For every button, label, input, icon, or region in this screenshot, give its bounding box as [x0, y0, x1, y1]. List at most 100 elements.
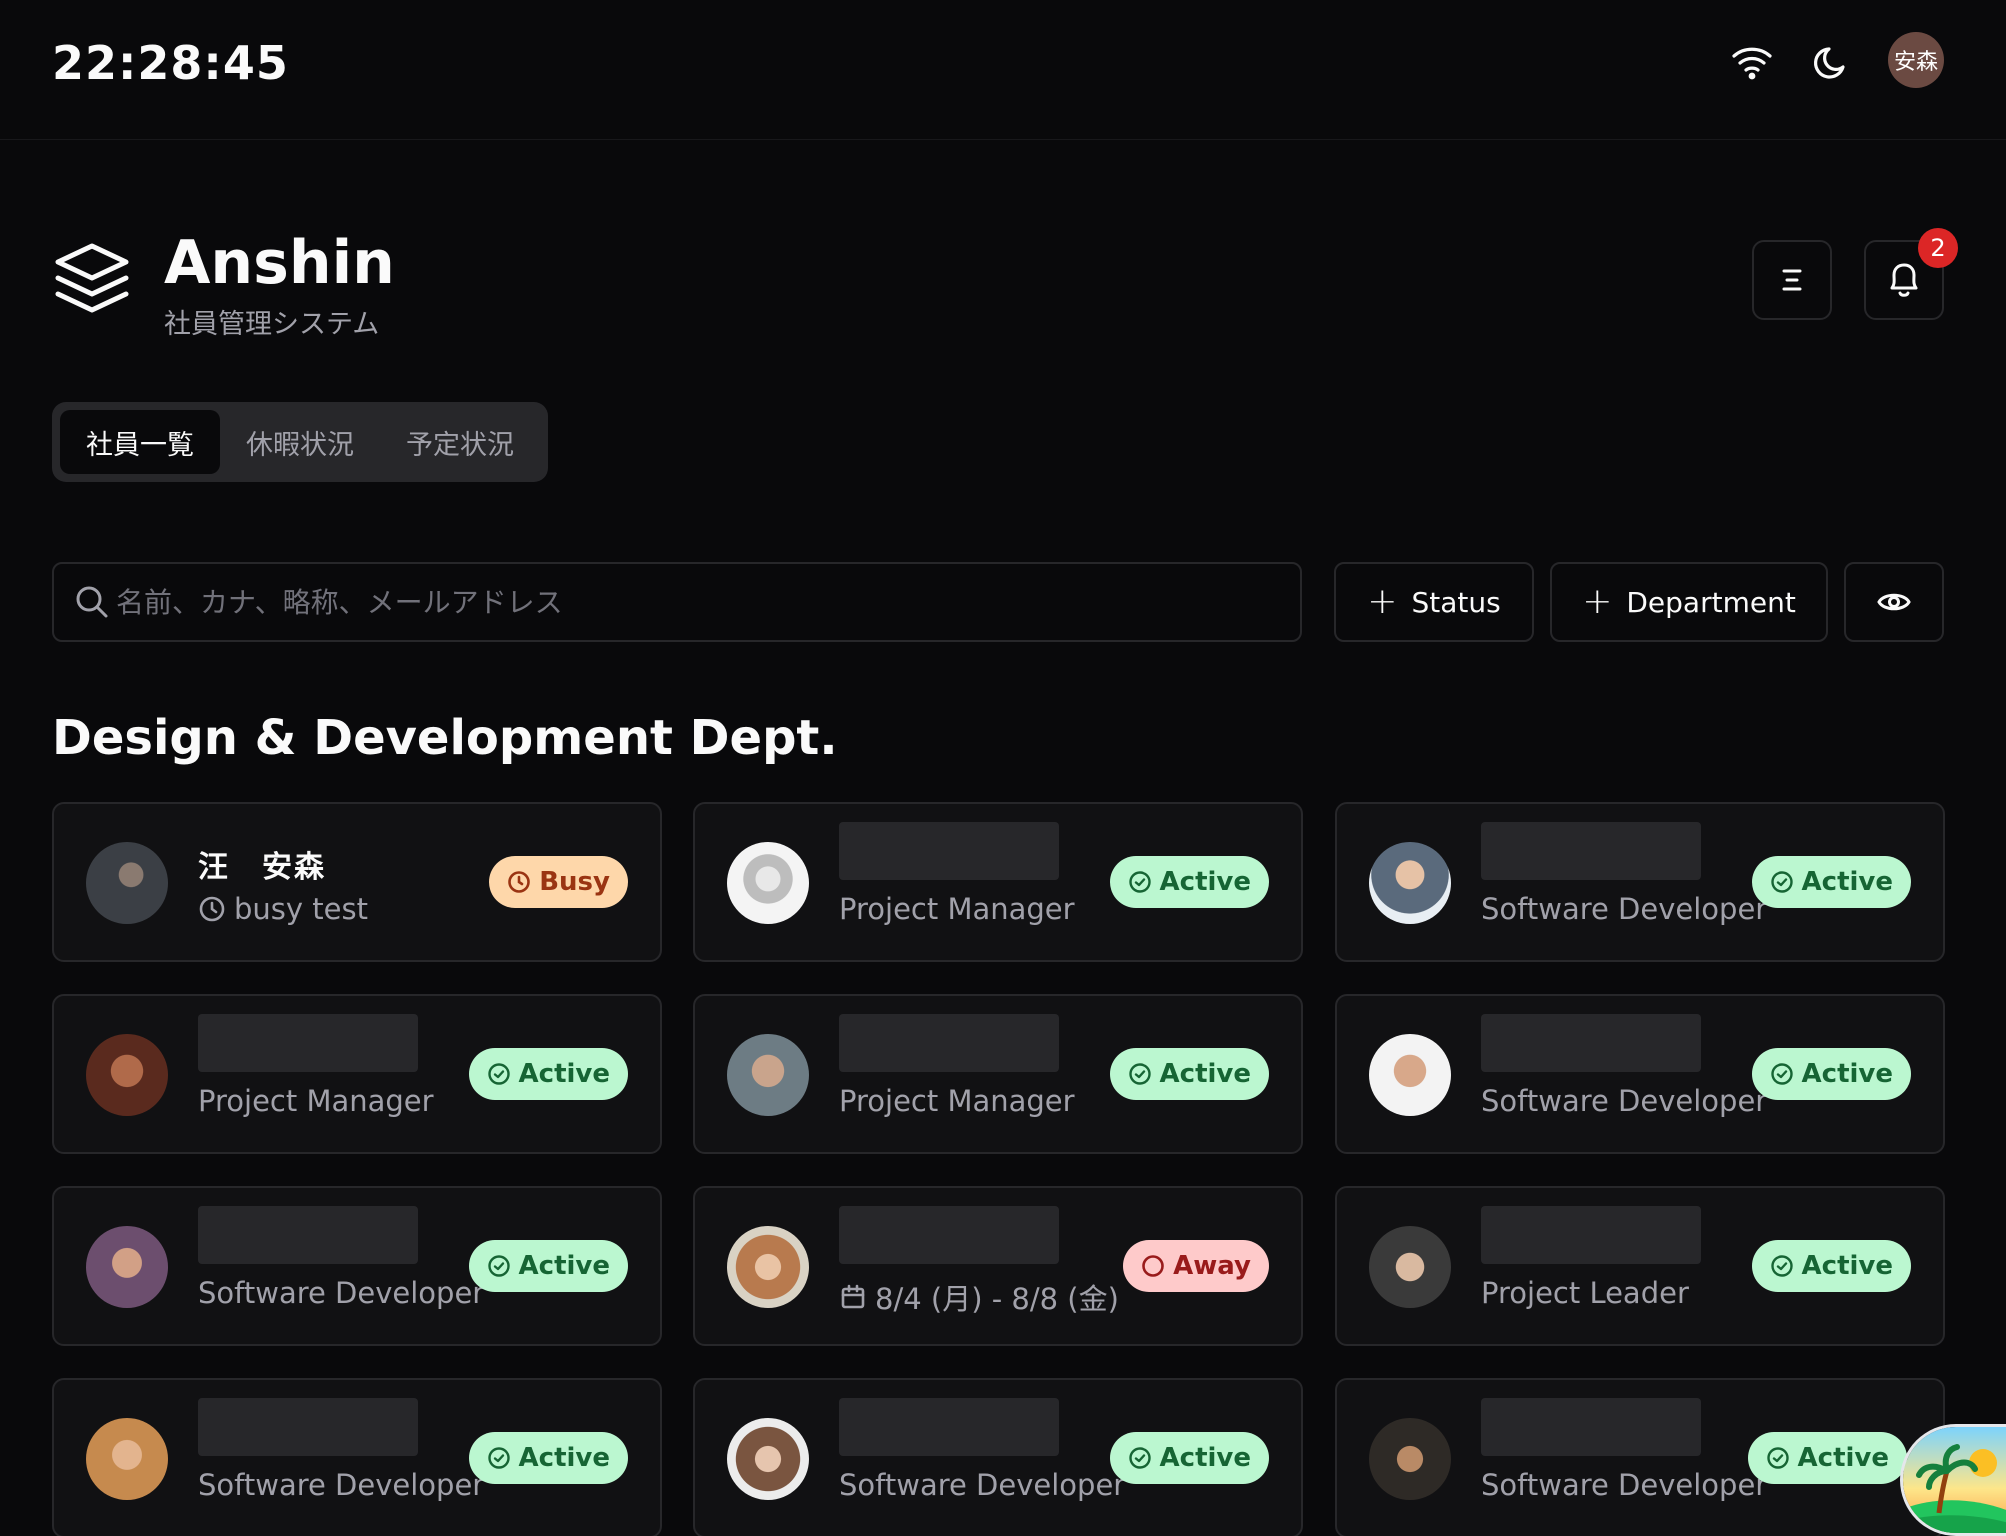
- status-bar: 22:28:45 安森: [0, 0, 2006, 140]
- tab-employee-list[interactable]: 社員一覧: [60, 410, 220, 474]
- menu-lines-icon: [1782, 269, 1802, 291]
- wifi-icon[interactable]: [1728, 38, 1776, 86]
- status-text: Active: [1159, 1059, 1251, 1089]
- status-badge: Active: [1109, 856, 1269, 908]
- avatar: [1369, 1226, 1451, 1308]
- menu-button[interactable]: [1752, 240, 1832, 320]
- name-placeholder: [198, 1014, 418, 1072]
- employee-card[interactable]: 8/4 (月) - 8/8 (金) Away: [693, 1186, 1303, 1346]
- status-badge: Busy: [489, 856, 628, 908]
- name-placeholder: [198, 1398, 418, 1456]
- employee-card[interactable]: Software Developer Active: [1335, 802, 1945, 962]
- app-subtitle: 社員管理システム: [164, 309, 380, 340]
- status-text: Active: [1801, 1059, 1893, 1089]
- status-filter-label: Status: [1411, 585, 1501, 619]
- search-icon: [76, 586, 108, 618]
- check-circle-icon: [487, 1063, 510, 1085]
- employee-card[interactable]: Project Leader Active: [1335, 1186, 1945, 1346]
- employee-card[interactable]: Software Developer Active: [693, 1378, 1303, 1536]
- status-text: Active: [518, 1443, 610, 1473]
- status-badge: Active: [468, 1048, 628, 1100]
- name-placeholder: [839, 1398, 1059, 1456]
- status-badge: Away: [1123, 1240, 1269, 1292]
- department-filter-button[interactable]: + Department: [1550, 562, 1828, 642]
- tab-bar: 社員一覧 休暇状況 予定状況: [52, 402, 548, 482]
- employee-card[interactable]: Software Developer Active: [1335, 1378, 1945, 1536]
- user-avatar[interactable]: 安森: [1888, 32, 1944, 88]
- app-title: Anshin: [164, 228, 395, 298]
- clock-icon: [508, 871, 531, 893]
- avatar: [727, 1226, 809, 1308]
- check-circle-icon: [1128, 871, 1151, 893]
- employee-card[interactable]: Project Manager Active: [52, 994, 662, 1154]
- plus-icon: +: [1582, 581, 1613, 622]
- status-text: Active: [1801, 1251, 1893, 1281]
- department-filter-label: Department: [1626, 585, 1796, 619]
- status-badge: Active: [1751, 1240, 1911, 1292]
- visibility-toggle-button[interactable]: [1844, 562, 1944, 642]
- avatar: [727, 842, 809, 924]
- assistant-fab-button[interactable]: [1900, 1424, 2006, 1536]
- status-badge: Active: [1751, 1048, 1911, 1100]
- search-box: [52, 562, 1302, 642]
- employee-role: Software Developer: [198, 1468, 485, 1502]
- moon-icon[interactable]: [1808, 38, 1856, 86]
- check-circle-icon: [1770, 1255, 1793, 1277]
- status-text: Away: [1173, 1251, 1251, 1281]
- beach-palm-icon: [1903, 1427, 2006, 1533]
- check-circle-icon: [487, 1255, 510, 1277]
- status-badge: Active: [468, 1240, 628, 1292]
- employee-card[interactable]: Software Developer Active: [52, 1378, 662, 1536]
- employee-role: Software Developer: [198, 1276, 485, 1310]
- status-text: Active: [1159, 1443, 1251, 1473]
- search-input[interactable]: [116, 578, 1276, 626]
- clock: 22:28:45: [52, 36, 289, 90]
- employee-card[interactable]: 汪 安森 busy test Busy: [52, 802, 662, 962]
- status-text: Active: [1159, 867, 1251, 897]
- check-circle-icon: [1128, 1447, 1151, 1469]
- employee-card[interactable]: Software Developer Active: [52, 1186, 662, 1346]
- name-placeholder: [839, 1206, 1059, 1264]
- employee-role-text: 8/4 (月) - 8/8 (金): [875, 1282, 1119, 1316]
- avatar: [86, 1226, 168, 1308]
- status-text: Active: [518, 1251, 610, 1281]
- employee-card[interactable]: Software Developer Active: [1335, 994, 1945, 1154]
- check-circle-icon: [1766, 1447, 1789, 1469]
- status-text: Busy: [539, 867, 610, 897]
- avatar: [1369, 842, 1451, 924]
- employee-role: Software Developer: [1481, 1084, 1768, 1118]
- tab-schedule-status[interactable]: 予定状況: [380, 410, 540, 474]
- name-placeholder: [839, 1014, 1059, 1072]
- employee-card[interactable]: Project Manager Active: [693, 802, 1303, 962]
- check-circle-icon: [1128, 1063, 1151, 1085]
- employee-role: 8/4 (月) - 8/8 (金): [839, 1276, 1119, 1318]
- employee-name: 汪 安森: [198, 850, 326, 885]
- employee-card[interactable]: Project Manager Active: [693, 994, 1303, 1154]
- check-circle-icon: [1770, 871, 1793, 893]
- name-placeholder: [1481, 822, 1701, 880]
- calendar-icon: [841, 1284, 865, 1309]
- tab-leave-status[interactable]: 休暇状況: [220, 410, 380, 474]
- avatar: [86, 1034, 168, 1116]
- employee-role: Project Manager: [839, 892, 1075, 926]
- avatar: [727, 1034, 809, 1116]
- employee-role: busy test: [198, 892, 368, 926]
- notification-count-badge: 2: [1918, 228, 1958, 268]
- avatar: [86, 1418, 168, 1500]
- bell-icon: [1890, 263, 1918, 297]
- employee-role: Project Manager: [198, 1084, 434, 1118]
- status-badge: Active: [1751, 856, 1911, 908]
- avatar: [727, 1418, 809, 1500]
- employee-role-text: busy test: [234, 892, 368, 926]
- layers-icon: [52, 240, 132, 320]
- status-filter-button[interactable]: + Status: [1334, 562, 1534, 642]
- department-title: Design & Development Dept.: [52, 710, 838, 766]
- name-placeholder: [1481, 1206, 1701, 1264]
- circle-icon: [1142, 1255, 1164, 1277]
- avatar: [86, 842, 168, 924]
- employee-role: Software Developer: [1481, 892, 1768, 926]
- name-placeholder: [839, 822, 1059, 880]
- status-text: Active: [518, 1059, 610, 1089]
- status-badge: Active: [1109, 1048, 1269, 1100]
- clock-icon: [199, 896, 225, 922]
